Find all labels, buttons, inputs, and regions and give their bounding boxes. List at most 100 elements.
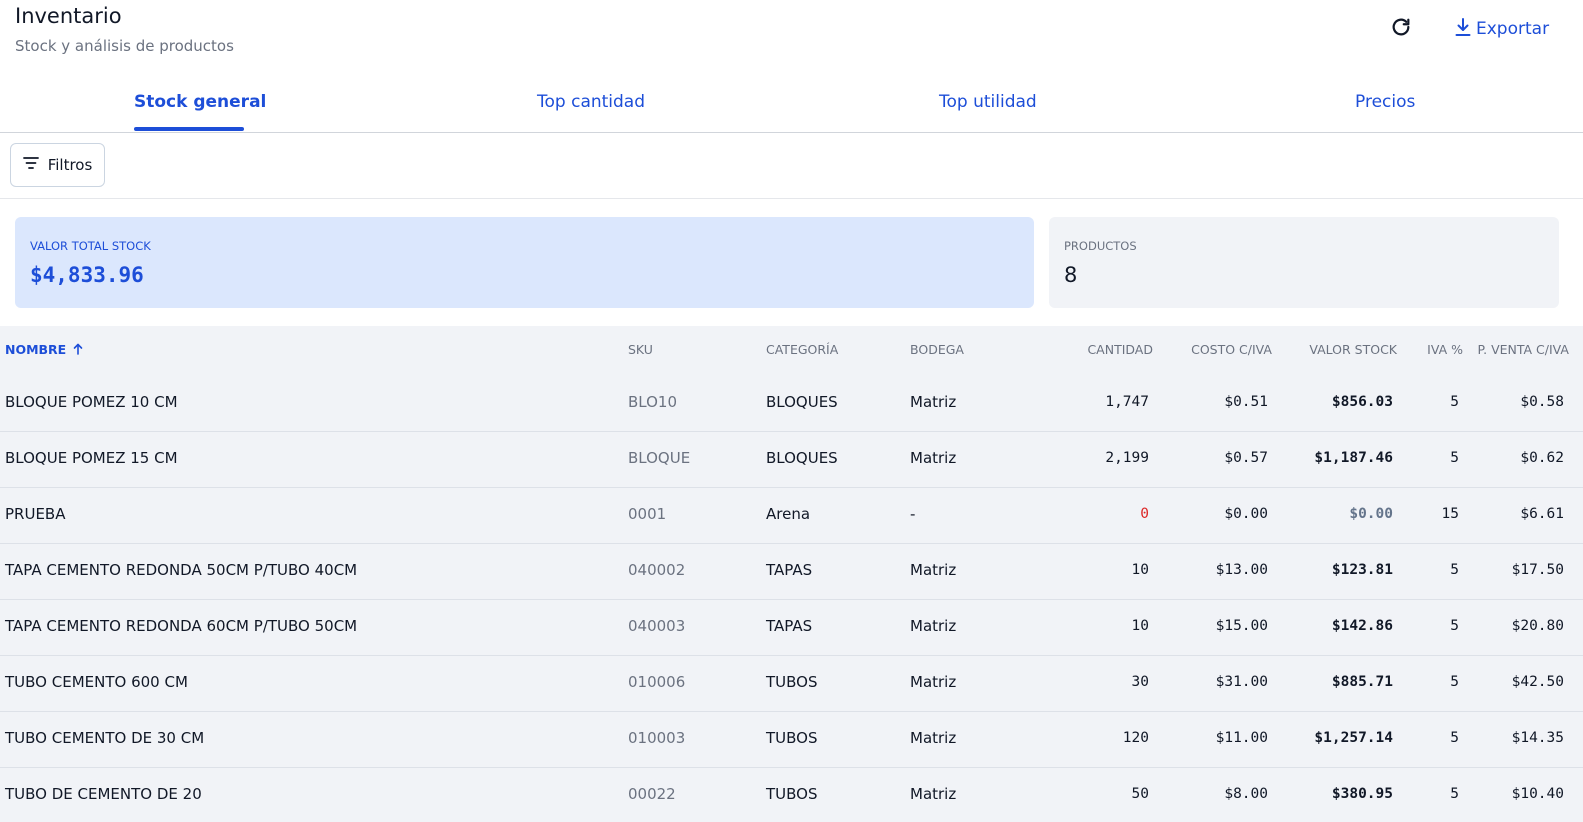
active-tab-indicator — [134, 127, 244, 131]
table-row[interactable]: BLOQUE POMEZ 15 CM BLOQUE BLOQUES Matriz… — [0, 432, 1583, 488]
tab-top-cantidad[interactable]: Top cantidad — [537, 92, 645, 112]
tab-bar: Stock general Top cantidad Top utilidad … — [0, 80, 1583, 133]
table-row[interactable]: BLOQUE POMEZ 10 CM BLO10 BLOQUES Matriz … — [0, 376, 1583, 432]
cell-valor-stock: $856.03 — [1331, 394, 1393, 410]
download-icon — [1454, 17, 1472, 42]
cell-costo: $11.00 — [1215, 730, 1268, 746]
cell-iva: 15 — [1441, 506, 1459, 522]
column-header-precio-venta[interactable]: P. VENTA C/IVA — [1478, 342, 1569, 357]
cell-sku: 010006 — [628, 673, 686, 691]
cell-costo: $31.00 — [1215, 674, 1268, 690]
cell-precio-venta: $14.35 — [1511, 730, 1564, 746]
column-header-label: NOMBRE — [5, 342, 67, 357]
cell-nombre: BLOQUE POMEZ 10 CM — [5, 393, 178, 411]
cell-sku: 040003 — [628, 617, 686, 635]
cell-cantidad: 10 — [1131, 562, 1149, 578]
cell-cantidad: 0 — [1140, 506, 1149, 522]
cell-sku: 00022 — [628, 785, 676, 803]
column-header-nombre[interactable]: NOMBRE — [5, 342, 83, 358]
page-subtitle: Stock y análisis de productos — [15, 37, 234, 55]
cell-precio-venta: $20.80 — [1511, 618, 1564, 634]
table-row[interactable]: TUBO DE CEMENTO DE 20 00022 TUBOS Matriz… — [0, 768, 1583, 822]
cell-bodega: Matriz — [910, 449, 957, 467]
table-row[interactable]: TAPA CEMENTO REDONDA 60CM P/TUBO 50CM 04… — [0, 600, 1583, 656]
cell-valor-stock: $0.00 — [1349, 506, 1393, 522]
cell-sku: BLOQUE — [628, 449, 691, 467]
cell-valor-stock: $123.81 — [1331, 562, 1393, 578]
total-stock-card: VALOR TOTAL STOCK $4,833.96 — [15, 217, 1034, 308]
inventory-table: NOMBRE SKU CATEGORÍA BODEGA CANTIDAD COS… — [0, 326, 1583, 822]
table-row[interactable]: TUBO CEMENTO 600 CM 010006 TUBOS Matriz … — [0, 656, 1583, 712]
cell-precio-venta: $10.40 — [1511, 786, 1564, 802]
cell-cantidad: 50 — [1131, 786, 1149, 802]
products-count-label: PRODUCTOS — [1064, 239, 1137, 253]
cell-sku: 040002 — [628, 561, 686, 579]
cell-iva: 5 — [1450, 618, 1459, 634]
column-header-sku[interactable]: SKU — [628, 342, 653, 357]
filters-label: Filtros — [47, 156, 93, 174]
table-row[interactable]: TUBO CEMENTO DE 30 CM 010003 TUBOS Matri… — [0, 712, 1583, 768]
cell-categoria: BLOQUES — [766, 393, 838, 411]
cell-valor-stock: $1,187.46 — [1314, 450, 1393, 466]
cell-cantidad: 120 — [1122, 730, 1149, 746]
cell-precio-venta: $6.61 — [1520, 506, 1564, 522]
page-header: Inventario Stock y análisis de productos… — [0, 0, 1583, 70]
column-header-cantidad[interactable]: CANTIDAD — [1087, 342, 1153, 357]
cell-categoria: TAPAS — [766, 617, 813, 635]
page-title: Inventario — [15, 4, 122, 28]
cell-bodega: Matriz — [910, 673, 957, 691]
cell-sku: BLO10 — [628, 393, 678, 411]
tab-precios[interactable]: Precios — [1355, 92, 1415, 112]
cell-iva: 5 — [1450, 394, 1459, 410]
column-header-bodega[interactable]: BODEGA — [910, 342, 964, 357]
export-label: Exportar — [1476, 19, 1550, 39]
cell-bodega: Matriz — [910, 561, 957, 579]
column-header-costo[interactable]: COSTO C/IVA — [1191, 342, 1272, 357]
cell-iva: 5 — [1450, 674, 1459, 690]
cell-sku: 010003 — [628, 729, 686, 747]
cell-cantidad: 10 — [1131, 618, 1149, 634]
cell-costo: $0.00 — [1224, 506, 1268, 522]
cell-categoria: TUBOS — [766, 729, 818, 747]
toolbar: Filtros — [0, 133, 1583, 199]
cell-nombre: BLOQUE POMEZ 15 CM — [5, 449, 178, 467]
cell-iva: 5 — [1450, 450, 1459, 466]
cell-nombre: TUBO CEMENTO 600 CM — [5, 673, 188, 691]
total-stock-value: $4,833.96 — [30, 263, 144, 287]
cell-nombre: TAPA CEMENTO REDONDA 50CM P/TUBO 40CM — [5, 561, 358, 579]
cell-nombre: TUBO CEMENTO DE 30 CM — [5, 729, 205, 747]
refresh-button[interactable] — [1388, 16, 1414, 42]
tab-stock-general[interactable]: Stock general — [134, 92, 266, 112]
filter-lines-icon — [22, 156, 39, 174]
cell-iva: 5 — [1450, 730, 1459, 746]
table-row[interactable]: PRUEBA 0001 Arena - 0 $0.00 $0.00 15 $6.… — [0, 488, 1583, 544]
cell-precio-venta: $42.50 — [1511, 674, 1564, 690]
cell-nombre: TAPA CEMENTO REDONDA 60CM P/TUBO 50CM — [5, 617, 358, 635]
cell-nombre: TUBO DE CEMENTO DE 20 — [5, 785, 202, 803]
table-row[interactable]: TAPA CEMENTO REDONDA 50CM P/TUBO 40CM 04… — [0, 544, 1583, 600]
filters-button[interactable]: Filtros — [10, 143, 105, 187]
cell-sku: 0001 — [628, 505, 667, 523]
products-count-card: PRODUCTOS 8 — [1049, 217, 1559, 308]
tab-top-utilidad[interactable]: Top utilidad — [939, 92, 1037, 112]
cell-nombre: PRUEBA — [5, 505, 66, 523]
cell-bodega: Matriz — [910, 785, 957, 803]
cell-iva: 5 — [1450, 786, 1459, 802]
cell-precio-venta: $0.62 — [1520, 450, 1564, 466]
cell-iva: 5 — [1450, 562, 1459, 578]
cell-precio-venta: $17.50 — [1511, 562, 1564, 578]
cell-categoria: BLOQUES — [766, 449, 838, 467]
cell-costo: $13.00 — [1215, 562, 1268, 578]
column-header-iva[interactable]: IVA % — [1427, 342, 1463, 357]
cell-valor-stock: $380.95 — [1331, 786, 1393, 802]
cell-bodega: Matriz — [910, 617, 957, 635]
cell-cantidad: 30 — [1131, 674, 1149, 690]
column-header-valor-stock[interactable]: VALOR STOCK — [1309, 342, 1397, 357]
cell-valor-stock: $1,257.14 — [1314, 730, 1393, 746]
products-count-value: 8 — [1064, 263, 1078, 287]
refresh-icon — [1390, 16, 1412, 42]
cell-costo: $8.00 — [1224, 786, 1268, 802]
column-header-categoria[interactable]: CATEGORÍA — [766, 342, 838, 357]
cell-bodega: - — [910, 505, 916, 523]
export-button[interactable]: Exportar — [1454, 16, 1549, 42]
